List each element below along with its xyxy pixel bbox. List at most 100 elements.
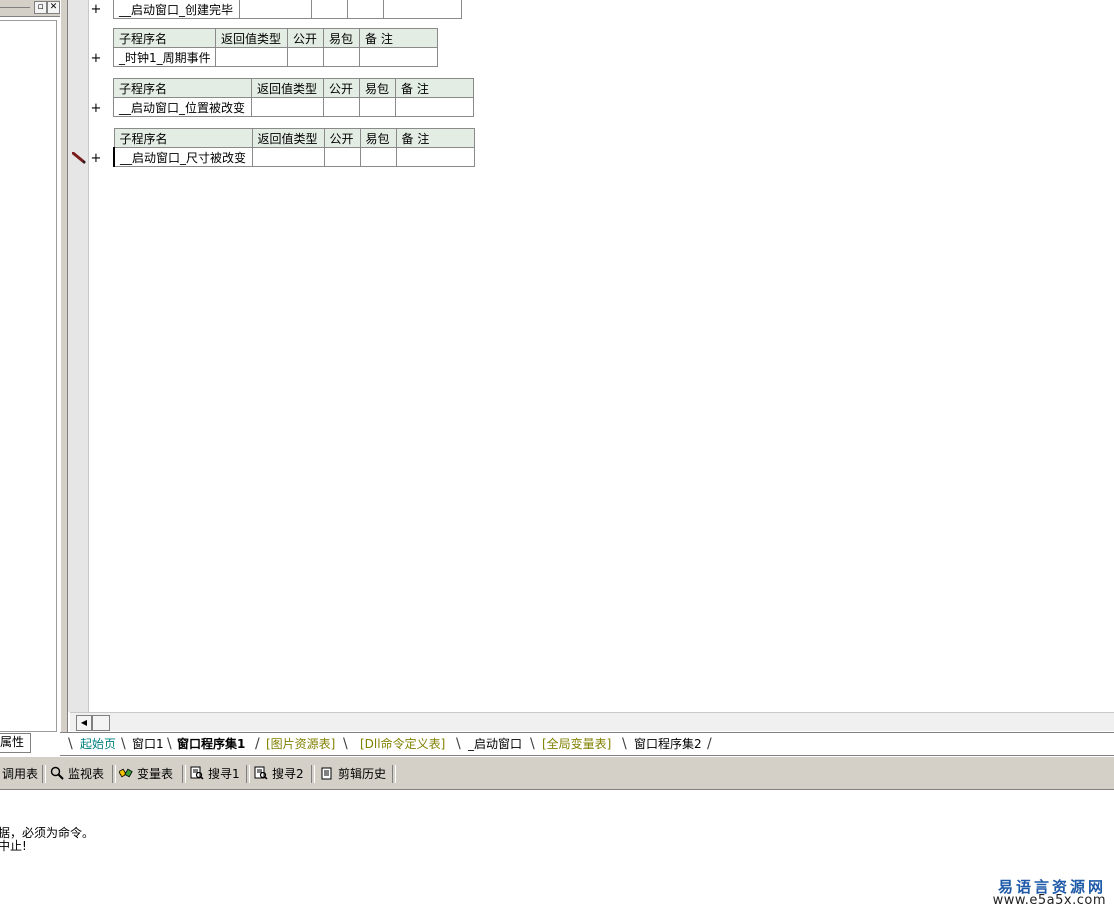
tab-global-variables[interactable]: [全局变量表] <box>542 735 611 753</box>
output-line: 据，必须为命令。 <box>0 826 95 840</box>
search2-button[interactable]: 搜寻2 <box>254 766 304 782</box>
clip-history-button[interactable]: 剪辑历史 <box>320 766 386 782</box>
tab-separator: \ <box>343 736 348 752</box>
tab-separator: / <box>707 736 712 752</box>
public-cell[interactable] <box>323 147 361 167</box>
remark-cell[interactable] <box>395 147 475 167</box>
header-remark: 备 注 <box>395 128 475 148</box>
remark-cell[interactable] <box>395 97 474 117</box>
clipboard-icon <box>321 767 332 780</box>
tab-separator: \ <box>530 736 535 752</box>
procedure-name-cell[interactable]: _时钟1_周期事件 <box>113 47 216 67</box>
procedure-name-cell[interactable]: __启动窗口_尺寸被改变 <box>113 147 253 167</box>
header-public: 公开 <box>287 28 324 48</box>
remark-cell[interactable] <box>383 0 462 19</box>
epackage-cell[interactable] <box>347 0 384 19</box>
public-cell[interactable] <box>311 0 348 19</box>
header-remark: 备 注 <box>395 78 474 98</box>
header-public: 公开 <box>323 78 360 98</box>
watch-table-button[interactable]: 监视表 <box>50 766 104 782</box>
editor-gutter <box>68 0 89 712</box>
header-return-type: 返回值类型 <box>251 128 325 148</box>
procedure-name-cell[interactable]: __启动窗口_位置被改变 <box>113 97 252 117</box>
tab-dll-commands[interactable]: [Dll命令定义表] <box>360 735 445 753</box>
tab-start-page[interactable]: 起始页 <box>80 735 116 753</box>
bottom-toolbar: 调用表 监视表 变量表 搜寻1 搜寻2 剪辑历史 <box>0 756 1114 790</box>
panel-splitter[interactable] <box>60 0 68 752</box>
toolbar-separator <box>42 765 46 783</box>
toolbar-separator <box>182 765 186 783</box>
tab-window-assembly2[interactable]: 窗口程序集2 <box>634 735 702 753</box>
tab-separator: \ <box>622 736 627 752</box>
left-panel-titlebar: ▫ ✕ <box>0 0 60 17</box>
header-remark: 备 注 <box>359 28 438 48</box>
expand-icon[interactable]: + <box>90 152 102 166</box>
tab-separator: \ <box>68 736 73 752</box>
tab-properties[interactable]: 属性 <box>0 733 31 753</box>
tab-separator: \ <box>167 736 172 752</box>
tab-window1[interactable]: 窗口1 <box>132 735 164 753</box>
restore-icon[interactable]: ▫ <box>34 1 47 14</box>
call-table-label: 调用表 <box>2 767 39 781</box>
expand-icon[interactable]: + <box>90 3 102 17</box>
header-proc-name: 子程序名 <box>113 128 253 148</box>
close-icon[interactable]: ✕ <box>47 1 60 14</box>
expand-icon[interactable]: + <box>90 102 102 116</box>
public-cell[interactable] <box>287 47 324 67</box>
tab-separator: \ <box>121 736 126 752</box>
tab-image-resources[interactable]: [图片资源表] <box>266 735 335 753</box>
variables-icon <box>119 768 133 778</box>
procedure-table: 子程序名 返回值类型 公开 易包 备 注 _时钟1_周期事件 <box>113 28 438 67</box>
header-proc-name: 子程序名 <box>113 28 216 48</box>
horizontal-scrollbar[interactable]: ◀ <box>70 712 1114 731</box>
header-return-type: 返回值类型 <box>215 28 288 48</box>
remark-cell[interactable] <box>359 47 438 67</box>
expand-icon[interactable]: + <box>90 52 102 66</box>
procedure-table: 子程序名 返回值类型 公开 易包 备 注 __启动窗口_位置被改变 <box>113 78 474 117</box>
output-line: 中止! <box>0 839 27 853</box>
epackage-cell[interactable] <box>359 147 397 167</box>
return-type-cell[interactable] <box>251 97 324 117</box>
variable-table-button[interactable]: 变量表 <box>119 766 173 782</box>
watermark-url: www.e5a5x.com <box>992 893 1106 908</box>
return-type-cell[interactable] <box>239 0 312 19</box>
tab-separator: / <box>255 736 260 752</box>
magnifier-icon <box>50 766 64 780</box>
search-doc-icon <box>254 766 268 780</box>
procedure-table: __启动窗口_创建完毕 <box>113 0 462 19</box>
header-return-type: 返回值类型 <box>251 78 324 98</box>
output-panel[interactable]: 据，必须为命令。 中止! <box>0 790 1114 914</box>
call-table-button[interactable]: 调用表 <box>2 766 38 782</box>
toolbar-separator <box>392 765 396 783</box>
watch-table-label: 监视表 <box>68 767 105 781</box>
toolbar-separator <box>112 765 116 783</box>
search1-label: 搜寻1 <box>208 767 240 781</box>
procedure-name-cell[interactable]: __启动窗口_创建完毕 <box>113 0 240 19</box>
header-proc-name: 子程序名 <box>113 78 252 98</box>
toolbar-separator <box>246 765 250 783</box>
tab-separator: \ <box>456 736 461 752</box>
return-type-cell[interactable] <box>215 47 288 67</box>
header-epackage: 易包 <box>359 128 397 148</box>
left-panel: ▫ ✕ 属性 <box>0 0 60 753</box>
variable-table-label: 变量表 <box>137 767 174 781</box>
clip-history-label: 剪辑历史 <box>338 767 387 781</box>
search2-label: 搜寻2 <box>272 767 304 781</box>
tab-window-assembly1[interactable]: 窗口程序集1 <box>177 735 245 753</box>
header-epackage: 易包 <box>323 28 360 48</box>
header-epackage: 易包 <box>359 78 396 98</box>
tab-startup-window[interactable]: _启动窗口 <box>468 735 522 753</box>
titlebar-grip <box>0 7 30 8</box>
public-cell[interactable] <box>323 97 360 117</box>
scroll-thumb[interactable] <box>92 715 110 731</box>
pencil-icon <box>72 152 86 164</box>
program-tree[interactable] <box>0 20 57 732</box>
search1-button[interactable]: 搜寻1 <box>190 766 240 782</box>
epackage-cell[interactable] <box>359 97 396 117</box>
return-type-cell[interactable] <box>251 147 325 167</box>
epackage-cell[interactable] <box>323 47 360 67</box>
procedure-table: 子程序名 返回值类型 公开 易包 备 注 __启动窗口_尺寸被改变 <box>113 128 475 167</box>
header-public: 公开 <box>323 128 361 148</box>
scroll-left-icon[interactable]: ◀ <box>76 715 92 731</box>
toolbar-separator <box>311 765 315 783</box>
